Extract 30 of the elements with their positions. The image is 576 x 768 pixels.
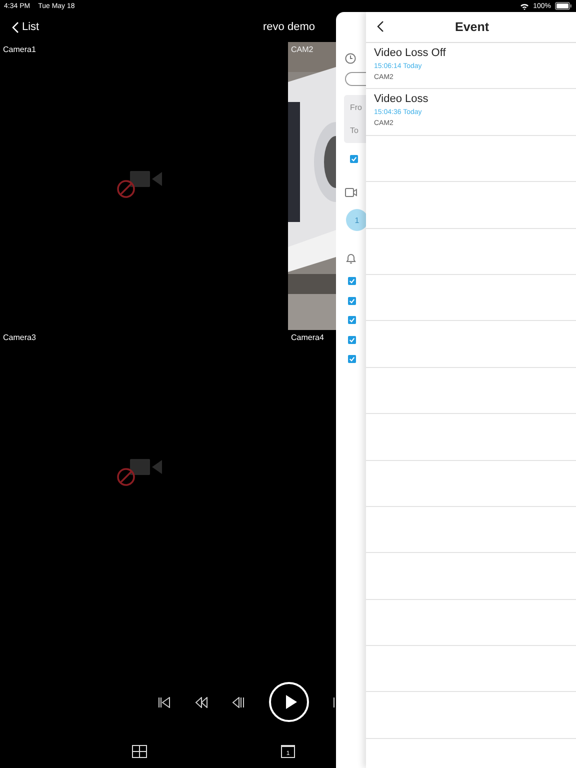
checkbox[interactable] (350, 155, 358, 163)
rewind-icon[interactable] (195, 696, 208, 708)
camera-label: CAM2 (291, 45, 314, 54)
camera-icon (345, 188, 357, 197)
play-button[interactable] (269, 682, 309, 722)
camera-label: Camera4 (291, 333, 324, 342)
nav-title: revo demo (263, 21, 315, 33)
chevron-left-icon (12, 22, 19, 32)
checkbox[interactable] (348, 316, 356, 324)
clock-icon (345, 53, 356, 64)
checkbox[interactable] (348, 355, 356, 363)
camera-label: Camera1 (3, 45, 36, 54)
back-link[interactable]: List (12, 21, 40, 33)
step-back-icon[interactable] (232, 696, 245, 708)
to-label: To (350, 126, 358, 135)
battery-icon (555, 2, 572, 10)
grid-view-icon[interactable] (132, 745, 147, 758)
panel-title: Event (455, 20, 490, 34)
event-title: Video Loss (374, 93, 428, 106)
back-icon[interactable] (377, 21, 384, 32)
checkbox[interactable] (348, 277, 356, 285)
camera-label: Camera3 (3, 333, 36, 342)
wifi-icon (520, 2, 530, 10)
checkbox[interactable] (348, 296, 356, 304)
event-title: Video Loss Off (374, 47, 446, 60)
checkbox[interactable] (348, 336, 356, 344)
bell-icon (346, 253, 356, 264)
skip-start-icon[interactable] (158, 696, 171, 708)
play-icon (284, 695, 296, 709)
from-label: Fro (350, 103, 362, 112)
